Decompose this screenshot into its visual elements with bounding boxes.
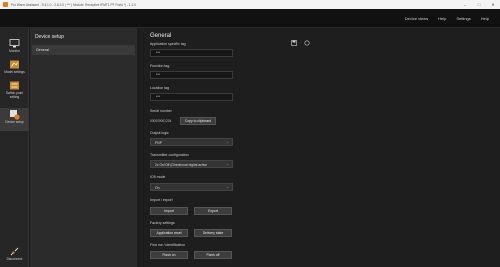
nav-label: Device setup [5,120,24,124]
nav-item-disconnect[interactable]: Disconnect [0,246,29,262]
monitor-icon [9,38,20,49]
minimize-button[interactable]: – [458,2,472,7]
nav-item-switch-point[interactable]: Switch point setting [0,80,29,99]
disconnect-icon [9,246,20,257]
app-tag-input[interactable]: *** [150,49,233,57]
nav-item-model-settings[interactable]: Model settings [0,59,29,75]
close-button[interactable]: ✕ [486,2,500,7]
refresh-icon[interactable] [304,33,310,46]
chevron-down-icon: ⌄ [225,185,229,189]
setup-item-general[interactable]: General [32,45,135,55]
flash-off-button[interactable]: Flash off [194,251,232,259]
nav-label: Monitor [9,49,20,53]
panel-header: Device setup [35,34,64,40]
switch-icon [9,80,20,91]
nav-label: Switch point setting [5,91,24,99]
find-me-label: Find me / identification [150,243,186,247]
app-tag-label: Application specific tag [150,42,186,46]
left-nav: Monitor Model settings Switch point sett… [0,28,29,267]
window-titlebar: Pro Warm Assistant - 9.3.1.0 - 2.8.2.0 |… [0,0,500,9]
output-logic-select[interactable]: PNP ⌄ [150,138,233,146]
copy-clipboard-button[interactable]: Copy to clipboard [180,117,216,125]
model-icon [9,59,20,70]
import-export-label: Import / export [150,198,173,202]
device-setup-icon [9,109,20,120]
output-logic-value: PNP [155,140,162,145]
serial-value: 000000001234 [150,119,172,123]
location-tag-input[interactable]: *** [150,93,233,101]
function-tag-label: Function tag [150,64,170,68]
transmitter-select[interactable]: 2x On/Off (Directional digital active ⌄ [150,160,233,168]
io-mode-label: IO5 mode [150,175,166,179]
import-button[interactable]: Import [150,207,188,215]
transmitter-label: Transmitter configuration [150,153,189,157]
function-tag-input[interactable]: *** [150,71,233,79]
application-reset-button[interactable]: Application reset [150,229,188,237]
page-title: General [150,33,172,39]
output-logic-label: Output logic [150,131,169,135]
nav-item-monitor[interactable]: Monitor [0,38,29,54]
delivery-state-button[interactable]: Delivery state [194,229,232,237]
nav-label: Disconnect [6,257,23,261]
serial-label: Serial number [150,109,172,113]
chevron-down-icon: ⌄ [225,140,229,144]
chevron-down-icon: ⌄ [225,162,229,166]
save-icon[interactable] [291,33,297,46]
maximize-button[interactable]: □ [472,2,486,7]
export-button[interactable]: Export [194,207,232,215]
location-tag-label: Location tag [150,86,170,90]
io-mode-select[interactable]: On ⌄ [150,183,233,191]
app-icon [3,2,8,7]
factory-settings-label: Factory settings [150,221,175,225]
window-title: Pro Warm Assistant - 9.3.1.0 - 2.8.2.0 |… [11,2,137,7]
menu-settings[interactable]: Settings [451,16,475,21]
device-setup-panel: Device setup General [30,28,137,267]
io-mode-value: On [155,185,160,190]
menu-help-2[interactable]: Help [476,16,494,21]
menu-help[interactable]: Help [433,16,451,21]
menu-device-views[interactable]: Device views [400,16,433,21]
top-menu: Device views Help Settings Help [0,9,500,28]
general-main: General Application specific tag *** Fun… [147,28,500,267]
transmitter-value: 2x On/Off (Directional digital active [155,162,208,167]
nav-item-device-setup[interactable]: Device setup [0,108,29,131]
nav-label: Model settings [4,70,25,74]
flash-on-button[interactable]: Flash on [150,251,188,259]
